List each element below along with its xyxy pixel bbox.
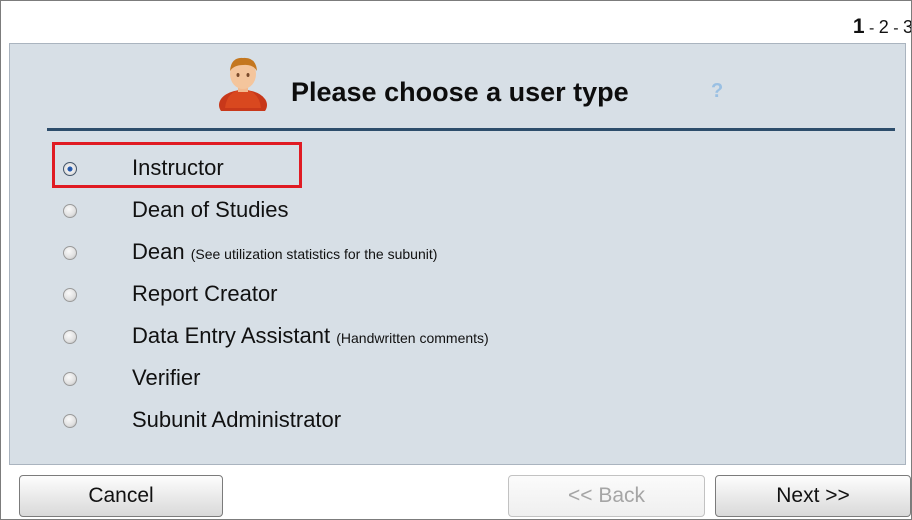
step-2: 2 — [878, 17, 889, 37]
header-divider — [47, 128, 895, 131]
step-3: 3 — [902, 17, 912, 37]
option-label: Verifier — [132, 365, 201, 390]
option-dean[interactable]: Dean (See utilization statistics for the… — [10, 232, 905, 272]
option-label: Subunit Administrator — [132, 407, 342, 432]
option-data-entry-assistant[interactable]: Data Entry Assistant (Handwritten commen… — [10, 316, 905, 356]
radio-subunit-administrator[interactable] — [63, 414, 77, 428]
option-label: Dean of Studies — [132, 197, 289, 222]
step-indicator: 1 - 2 - 3 — [852, 15, 912, 38]
radio-data-entry-assistant[interactable] — [63, 330, 77, 344]
option-label: Report Creator — [132, 281, 278, 306]
option-note: (Handwritten comments) — [336, 330, 489, 346]
option-subunit-administrator[interactable]: Subunit Administrator — [10, 400, 905, 440]
panel-header: Please choose a user type ? — [10, 44, 905, 131]
radio-report-creator[interactable] — [63, 288, 77, 302]
option-note: (See utilization statistics for the subu… — [190, 246, 438, 262]
wizard-window: 1 - 2 - 3 Please choose a user type ? In… — [0, 0, 912, 520]
help-question-icon[interactable]: ? — [711, 80, 723, 103]
radio-dean[interactable] — [63, 246, 77, 260]
next-button[interactable]: Next >> — [715, 475, 911, 517]
option-label: Data Entry Assistant (Handwritten commen… — [132, 323, 489, 348]
page-title: Please choose a user type — [291, 77, 629, 107]
radio-verifier[interactable] — [63, 372, 77, 386]
option-dean-of-studies[interactable]: Dean of Studies — [10, 190, 905, 230]
option-label: Dean (See utilization statistics for the… — [132, 239, 438, 264]
step-current: 1 — [852, 15, 865, 38]
selection-highlight-box — [52, 142, 302, 188]
radio-dean-of-studies[interactable] — [63, 204, 77, 218]
user-avatar-icon — [219, 57, 267, 111]
cancel-button[interactable]: Cancel — [19, 475, 223, 517]
option-verifier[interactable]: Verifier — [10, 358, 905, 398]
option-report-creator[interactable]: Report Creator — [10, 274, 905, 314]
step-indicator-bar: 1 - 2 - 3 — [1, 1, 911, 43]
back-button[interactable]: << Back — [508, 475, 705, 517]
user-type-panel: Please choose a user type ? Instructor D… — [9, 43, 906, 465]
